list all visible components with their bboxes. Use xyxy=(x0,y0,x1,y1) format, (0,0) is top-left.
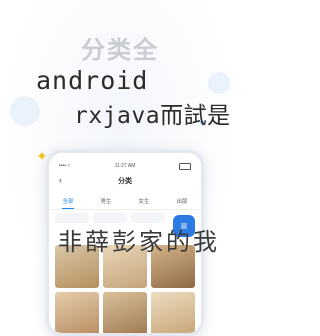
overlay-text-line2: rxjava而試是 xyxy=(74,103,231,129)
tab-female[interactable]: 女生 xyxy=(138,195,149,209)
battery-icon xyxy=(179,162,191,170)
decor-bubble xyxy=(10,96,40,126)
decor-bubble xyxy=(208,72,230,94)
overlay-text-line1: android xyxy=(36,66,149,95)
overlay-text-line3: 非薛彭家的我 xyxy=(58,228,220,256)
tab-publish[interactable]: 出版 xyxy=(176,195,187,209)
nav-bar: ‹ 分类 xyxy=(49,173,201,189)
status-bar: •••• ≈ 11:27 AM xyxy=(49,161,201,171)
nav-title: 分类 xyxy=(118,178,132,185)
tab-male[interactable]: 男生 xyxy=(100,195,111,209)
book-cover[interactable] xyxy=(151,292,195,333)
tab-all[interactable]: 全部 xyxy=(62,195,74,209)
book-cover[interactable] xyxy=(103,292,147,333)
banner-title: 分类全 xyxy=(81,36,159,64)
book-cover[interactable] xyxy=(55,292,99,333)
book-cover-grid xyxy=(55,245,195,333)
category-tabs: 全部 男生 女生 出版 xyxy=(49,195,201,210)
